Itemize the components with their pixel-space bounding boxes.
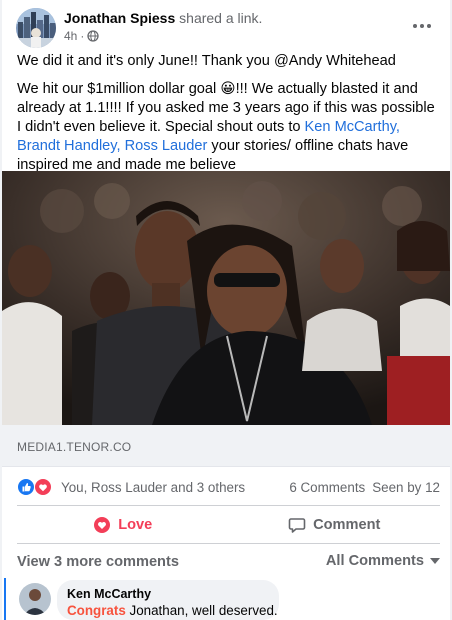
shared-gif-image[interactable] [2,171,450,425]
post-card: Jonathan Spiess shared a link. 4h · We d… [2,0,450,620]
comment-item: Ken McCarthy Congrats Jonathan, well des… [4,578,444,620]
reactors-text[interactable]: You, Ross Lauder and 3 others [61,480,245,495]
meta-separator: · [80,29,85,43]
author-line: Jonathan Spiess shared a link. [64,10,262,26]
divider [17,505,440,506]
comments-filter-dropdown[interactable]: All Comments [326,553,440,569]
post-timestamp[interactable]: 4h [64,29,77,43]
caret-down-icon [430,558,440,564]
comments-filter-label: All Comments [325,553,424,569]
comment-label: Comment [313,517,381,533]
heart-icon [94,517,111,533]
love-reaction-icon [34,478,52,496]
author-avatar[interactable] [16,8,56,48]
comment-icon [288,518,306,533]
more-options-button[interactable] [408,14,436,38]
comment-highlight-bar [4,578,6,620]
commenter-avatar[interactable] [19,583,51,615]
post-paragraph-1: We did it and it's only June!! Thank you… [17,53,396,69]
comment-text-rest: Jonathan, well deserved. [125,603,278,618]
reactions-summary: You, Ross Lauder and 3 others 6 Comments… [17,477,440,497]
comment-highlight-word: Congrats [67,603,126,618]
commenter-name[interactable]: Ken McCarthy [67,587,269,601]
comment-bubble: Ken McCarthy Congrats Jonathan, well des… [57,580,279,620]
comment-button[interactable]: Comment [229,508,441,542]
love-button[interactable]: Love [17,508,229,542]
comments-bar: View 3 more comments All Comments [17,553,440,571]
comment-text: Congrats Jonathan, well deserved. [67,603,278,618]
love-label: Love [118,517,153,533]
link-preview-footer[interactable]: MEDIA1.TENOR.CO [2,425,450,467]
post-paragraph-2: We hit our $1million dollar goal 😀!!! We… [17,80,437,175]
more-dots-icon [413,24,431,28]
post-meta: 4h · [64,29,100,43]
post-header: Jonathan Spiess shared a link. 4h · [16,8,436,48]
post-body: We did it and it's only June!! Thank you… [17,52,437,184]
comments-count[interactable]: 6 Comments [289,480,365,495]
grinning-emoji: 😀 [220,81,236,97]
globe-icon [87,30,100,42]
like-reaction-icon [17,478,35,496]
seen-by-count[interactable]: Seen by 12 [372,480,440,495]
paragraph-text-before: We hit our $1million dollar goal [17,81,221,97]
share-action-text: shared a link. [179,10,263,26]
author-name[interactable]: Jonathan Spiess [64,10,175,26]
link-domain: MEDIA1.TENOR.CO [17,440,132,454]
post-actions: Love Comment [17,508,440,542]
view-more-comments-link[interactable]: View 3 more comments [17,554,179,570]
reaction-icons[interactable] [17,478,57,496]
engagement-counts: 6 Comments Seen by 12 [289,480,440,495]
divider [17,543,440,544]
